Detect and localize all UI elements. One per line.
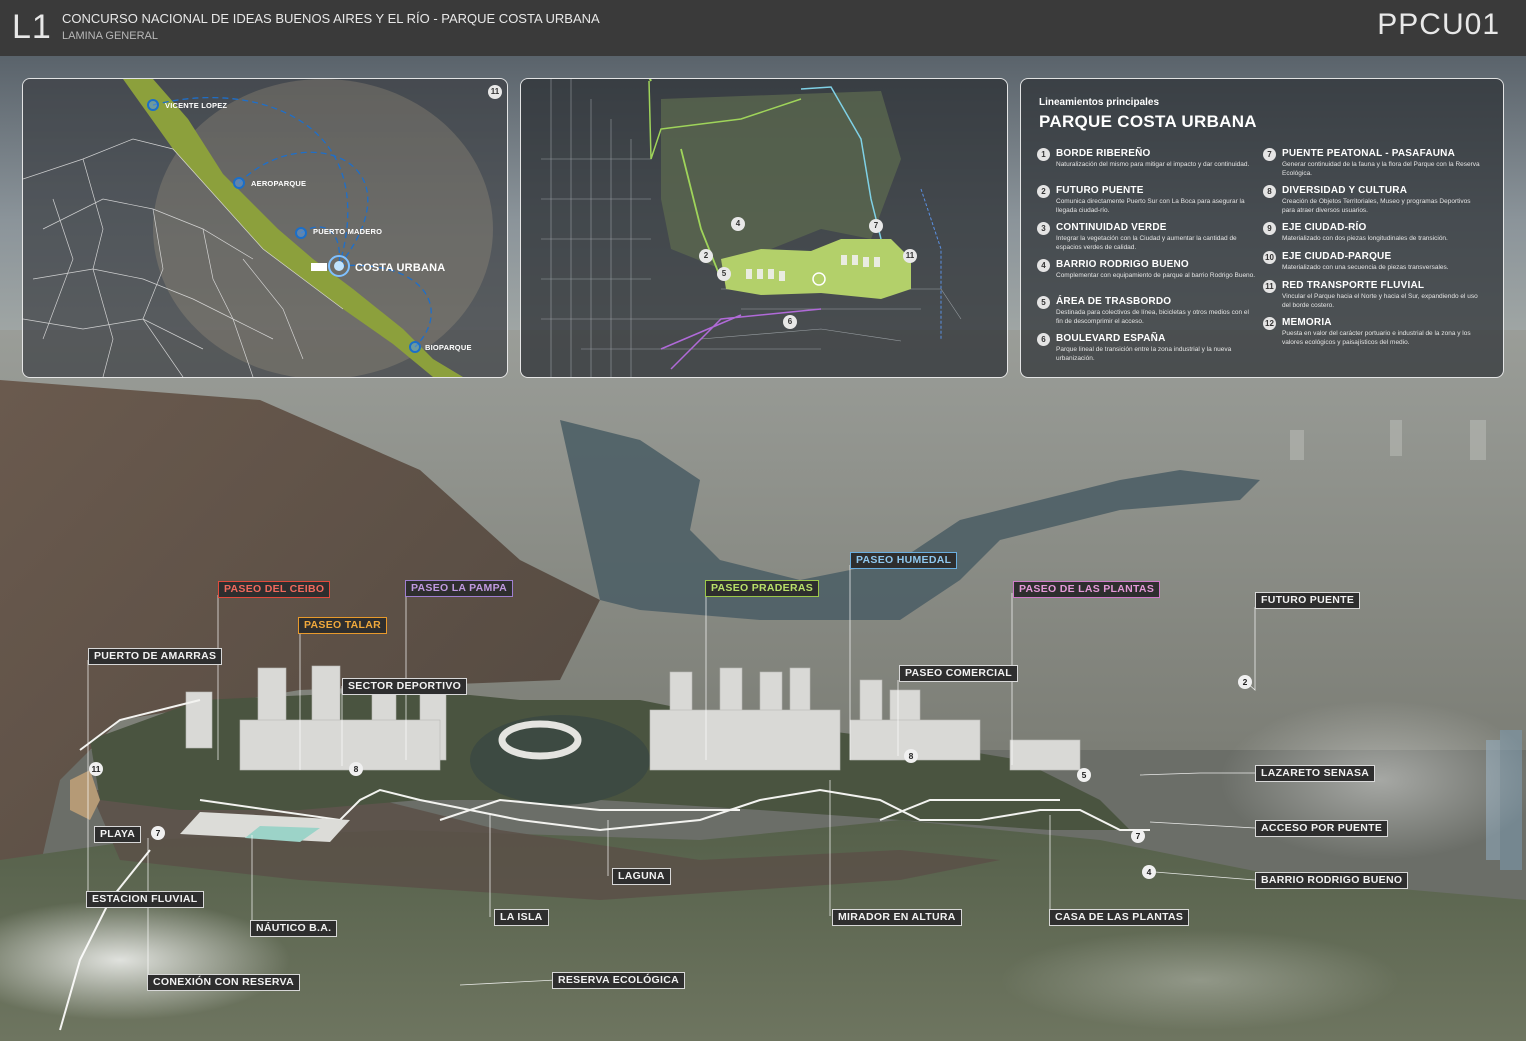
legend-description: Integrar la vegetación con la Ciudad y a… — [1056, 235, 1237, 251]
label-aeroparque: AEROPARQUE — [251, 179, 307, 188]
tag-nautico-ba: NÁUTICO B.A. — [250, 920, 338, 937]
header-bar: L1 CONCURSO NACIONAL DE IDEAS BUENOS AIR… — [0, 0, 1526, 56]
tag-lazareto-senasa: LAZARETO SENASA — [1255, 765, 1376, 782]
legend-description: Materializado con dos piezas longitudina… — [1282, 235, 1448, 242]
legend-kicker: Lineamientos principales — [1039, 97, 1160, 108]
legend-description: Complementar con equipamiento de parque … — [1056, 272, 1256, 279]
tag-barrio-rodrigo-bueno: BARRIO RODRIGO BUENO — [1255, 872, 1409, 889]
legend-description: Parque lineal de transición entre la zon… — [1056, 346, 1232, 362]
tag-la-isla: LA ISLA — [494, 909, 549, 926]
legend-heading: BARRIO RODRIGO BUENO — [1056, 259, 1189, 270]
plan-marker-7: 7 — [869, 219, 883, 233]
location-map-graphic — [23, 79, 507, 377]
legend-heading: EJE CIUDAD-RÍO — [1282, 222, 1367, 233]
tag-paseo-talar: PASEO TALAR — [298, 617, 387, 634]
puerto-madero-marker-icon — [295, 227, 307, 239]
legend-description: Puesta en valor del carácter portuario e… — [1282, 330, 1471, 346]
tag-laguna: LAGUNA — [612, 868, 671, 885]
tag-sector-deportivo: SECTOR DEPORTIVO — [342, 678, 468, 695]
tag-futuro-puente: FUTURO PUENTE — [1255, 592, 1361, 609]
legend-description: Materializado con una secuencia de pieza… — [1282, 264, 1449, 271]
site-marker-2: 2 — [1238, 675, 1252, 689]
site-marker-7: 7 — [1131, 829, 1145, 843]
legend-number: 9 — [1263, 222, 1276, 235]
tag-paseo-humedal: PASEO HUMEDAL — [850, 552, 958, 569]
tag-casa-de-las-plantas: CASA DE LAS PLANTAS — [1049, 909, 1190, 926]
master-plan-graphic — [521, 79, 1007, 377]
tag-paseo-praderas: PASEO PRADERAS — [705, 580, 820, 597]
legend-number: 12 — [1263, 317, 1276, 330]
legend-heading: CONTINUIDAD VERDE — [1056, 222, 1167, 233]
legend-heading: BORDE RIBEREÑO — [1056, 148, 1151, 159]
legend-heading: FUTURO PUENTE — [1056, 185, 1144, 196]
legend-description: Destinada para colectivos de línea, bici… — [1056, 309, 1249, 325]
aeroparque-marker-icon — [233, 177, 245, 189]
vicente-lopez-marker-icon — [147, 99, 159, 111]
legend-number: 3 — [1037, 222, 1050, 235]
label-vicente-lopez: VICENTE LOPEZ — [165, 101, 228, 110]
sheet-title: CONCURSO NACIONAL DE IDEAS BUENOS AIRES … — [62, 11, 600, 26]
legend-panel: Lineamientos principales PARQUE COSTA UR… — [1020, 78, 1504, 378]
legend-number: 7 — [1263, 148, 1276, 161]
label-puerto-madero: PUERTO MADERO — [313, 227, 383, 236]
legend-heading: RED TRANSPORTE FLUVIAL — [1282, 280, 1425, 291]
legend-number: 4 — [1037, 259, 1050, 272]
legend-title: PARQUE COSTA URBANA — [1039, 112, 1257, 131]
legend-heading: PUENTE PEATONAL - PASAFAUNA — [1282, 148, 1456, 159]
legend-number: 11 — [1263, 280, 1276, 293]
map-panel-badge: 11 — [488, 85, 502, 99]
label-bioparque: BIOPARQUE — [425, 343, 472, 352]
legend-number: 2 — [1037, 185, 1050, 198]
legend-number: 1 — [1037, 148, 1050, 161]
legend-heading: BOULEVARD ESPAÑA — [1056, 333, 1166, 344]
tag-paseo-la-pampa: PASEO LA PAMPA — [405, 580, 513, 597]
plan-marker-5: 5 — [717, 267, 731, 281]
tag-puerto-de-amarras: PUERTO DE AMARRAS — [88, 648, 223, 665]
plan-marker-4: 4 — [731, 217, 745, 231]
legend-heading: EJE CIUDAD-PARQUE — [1282, 251, 1392, 262]
tag-mirador-en-altura: MIRADOR EN ALTURA — [832, 909, 962, 926]
site-marker-5: 5 — [1077, 768, 1091, 782]
tag-paseo-comercial: PASEO COMERCIAL — [899, 665, 1018, 682]
legend-description: Generar continuidad de la fauna y la flo… — [1282, 161, 1480, 177]
legend-description: Comunica directamente Puerto Sur con La … — [1056, 198, 1245, 214]
location-map-panel: VICENTE LOPEZ AEROPARQUE PUERTO MADERO C… — [22, 78, 508, 378]
legend-heading: ÁREA DE TRASBORDO — [1056, 296, 1172, 307]
tag-conexion-con-reserva: CONEXIÓN CON RESERVA — [147, 974, 300, 991]
tag-playa: PLAYA — [94, 826, 142, 843]
tag-paseo-del-ceibo: PASEO DEL CEIBO — [218, 581, 331, 598]
plan-marker-6: 6 — [783, 315, 797, 329]
legend-number: 6 — [1037, 333, 1050, 346]
label-costa-urbana: COSTA URBANA — [355, 262, 446, 274]
site-marker-8: 8 — [349, 762, 363, 776]
legend-number: 8 — [1263, 185, 1276, 198]
legend-heading: MEMORIA — [1282, 317, 1332, 328]
sheet-subtitle: LAMINA GENERAL — [62, 30, 158, 42]
tag-estacion-fluvial: ESTACION FLUVIAL — [86, 891, 204, 908]
tag-paseo-de-las-plantas: PASEO DE LAS PLANTAS — [1013, 581, 1161, 598]
legend-description: Creación de Objetos Territoriales, Museo… — [1282, 198, 1471, 214]
legend-description: Vincular el Parque hacia el Norte y haci… — [1282, 293, 1478, 309]
plan-marker-2: 2 — [699, 249, 713, 263]
site-marker-8: 8 — [904, 749, 918, 763]
master-plan-panel: 2 4 5 6 7 11 — [520, 78, 1008, 378]
legend-number: 5 — [1037, 296, 1050, 309]
plan-marker-11: 11 — [903, 249, 917, 263]
legend-number: 10 — [1263, 251, 1276, 264]
site-marker-7: 7 — [151, 826, 165, 840]
sheet-code: PPCU01 — [1377, 8, 1500, 41]
bioparque-marker-icon — [409, 341, 421, 353]
legend-description: Naturalización del mismo para mitigar el… — [1056, 161, 1250, 168]
tag-acceso-por-puente: ACCESO POR PUENTE — [1255, 820, 1389, 837]
site-marker-4: 4 — [1142, 865, 1156, 879]
sheet-number: L1 — [12, 8, 52, 46]
site-marker-11: 11 — [89, 762, 103, 776]
legend-heading: DIVERSIDAD Y CULTURA — [1282, 185, 1408, 196]
tag-reserva-ecologica: RESERVA ECOLÓGICA — [552, 972, 686, 989]
